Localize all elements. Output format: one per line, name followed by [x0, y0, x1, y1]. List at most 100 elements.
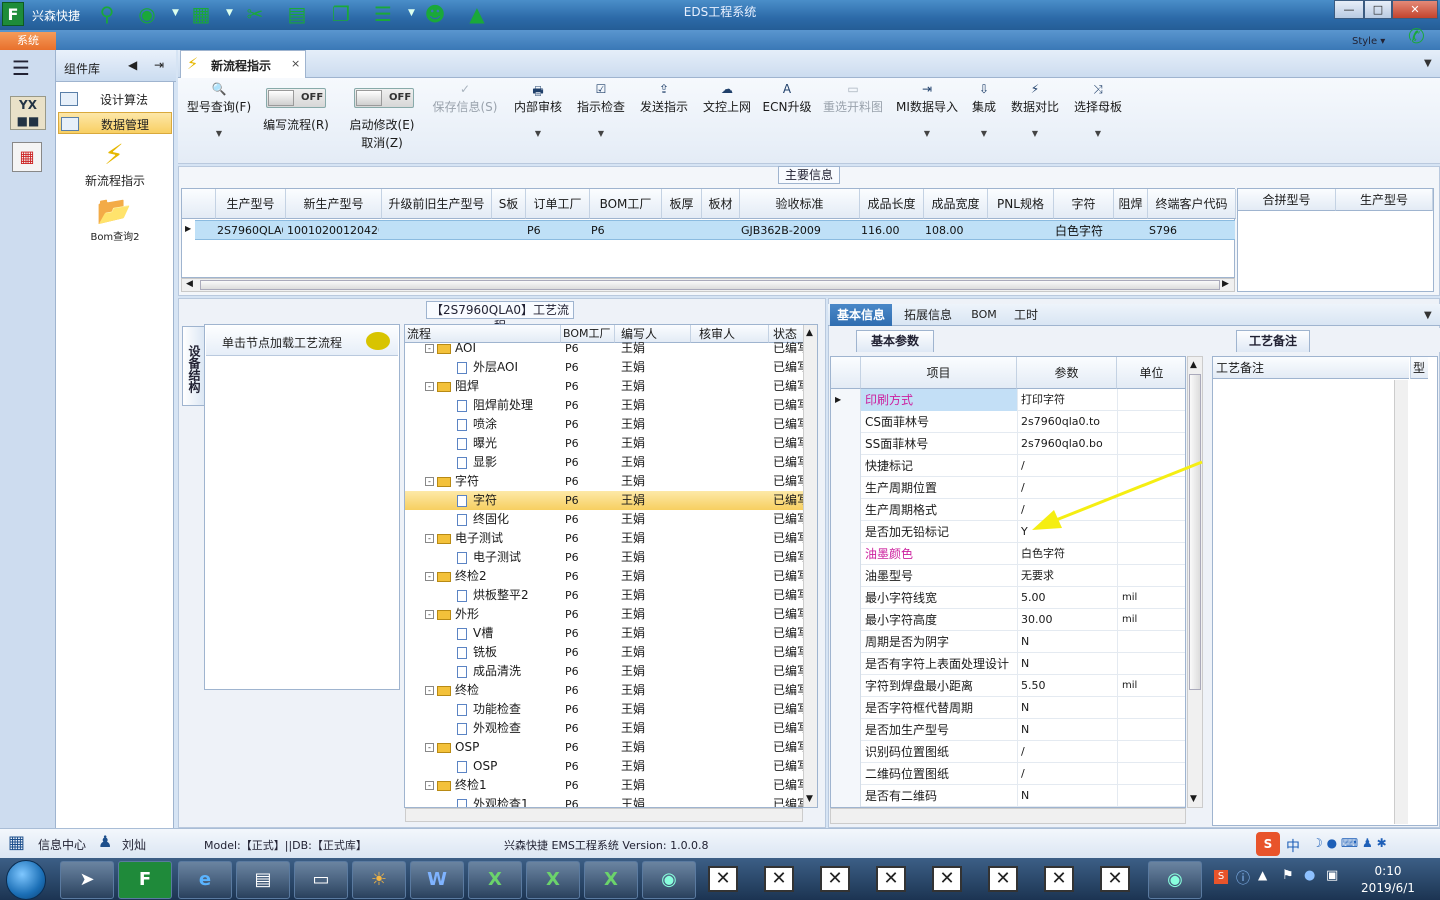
table-cell[interactable]: P6: [587, 221, 659, 241]
collapse-icon[interactable]: -: [425, 344, 434, 353]
tab-extended-info[interactable]: 拓展信息: [896, 304, 960, 326]
tab-bom[interactable]: BOM: [964, 304, 1004, 326]
menu-icon[interactable]: ☰: [12, 58, 38, 78]
taskbar-app-eds-icon[interactable]: F: [118, 861, 172, 899]
globe-icon[interactable]: ◉: [134, 3, 160, 25]
pin-icon[interactable]: ⇥: [154, 58, 164, 72]
collapse-icon[interactable]: -: [425, 686, 434, 695]
param-value[interactable]: /: [1017, 763, 1117, 785]
tree-row[interactable]: -终检2 P6 王娟 已编写: [405, 567, 805, 586]
instruction-check-button[interactable]: ☑ 指示检查 ▼: [574, 82, 628, 138]
tree-row[interactable]: 外观检查 P6 王娟 已编写: [405, 719, 805, 738]
search-icon[interactable]: ⚲: [94, 3, 120, 25]
tree-row[interactable]: 电子测试 P6 王娟 已编写: [405, 548, 805, 567]
column-header[interactable]: 新生产型号: [286, 189, 382, 219]
column-header[interactable]: 合拼型号: [1238, 189, 1336, 211]
taskbar-app-ie-icon[interactable]: e: [178, 861, 232, 899]
chevron-down-icon[interactable]: ▼: [1424, 58, 1432, 69]
param-row[interactable]: ▶ 印刷方式 打印字符: [831, 389, 1185, 411]
taskbar-app-bird-icon[interactable]: ➤: [60, 861, 114, 899]
tree-row[interactable]: 字符 P6 王娟 已编写: [405, 491, 805, 510]
table-cell[interactable]: 2S7960QLA0: [213, 221, 283, 241]
tree-row[interactable]: 终固化 P6 王娟 已编写: [405, 510, 805, 529]
table-cell[interactable]: 108.00: [921, 221, 985, 241]
taskbar-app-word-icon[interactable]: W: [410, 861, 464, 899]
windows-grid-icon[interactable]: ▦: [8, 832, 25, 853]
param-value[interactable]: 5.50: [1017, 675, 1117, 697]
param-row[interactable]: SS面菲林号 2s7960qla0.bo: [831, 433, 1185, 455]
component-item-design-algorithm[interactable]: 设计算法: [58, 88, 172, 110]
ecn-upgrade-button[interactable]: A ECN升级: [762, 82, 812, 115]
param-value[interactable]: N: [1017, 719, 1117, 741]
param-value[interactable]: N: [1017, 785, 1117, 807]
sogou-ime-icon[interactable]: S: [1256, 832, 1280, 856]
select-mother-board-button[interactable]: ⤨ 选择母板 ▼: [1070, 82, 1126, 138]
chevron-down-icon[interactable]: ▼: [408, 8, 418, 18]
factory-icon[interactable]: YX ■■: [10, 96, 46, 130]
taskbar-app-x-icon[interactable]: ✕: [708, 866, 738, 892]
system-tab[interactable]: 系统: [0, 32, 56, 50]
vertical-scrollbar[interactable]: [1394, 380, 1408, 824]
param-row[interactable]: 二维码位置图纸 /: [831, 763, 1185, 785]
param-value[interactable]: /: [1017, 741, 1117, 763]
internal-review-button[interactable]: 🖶 内部审核 ▼: [510, 82, 566, 138]
column-header[interactable]: 升级前旧生产型号: [382, 189, 492, 219]
param-row[interactable]: 识别码位置图纸 /: [831, 741, 1185, 763]
taskbar-app-monitor-icon[interactable]: ◉: [1148, 861, 1202, 899]
param-row[interactable]: 最小字符线宽 5.00 mil: [831, 587, 1185, 609]
param-row[interactable]: 油墨颜色 白色字符: [831, 543, 1185, 565]
taskbar-app-save-icon[interactable]: ▤: [236, 861, 290, 899]
param-row[interactable]: 是否有二维码 N: [831, 785, 1185, 807]
column-header[interactable]: 生产型号: [1336, 189, 1433, 211]
table-cell[interactable]: 10010200120420: [283, 221, 379, 241]
tab-work-hours[interactable]: 工时: [1008, 304, 1044, 326]
flag-icon[interactable]: ⚑: [1282, 868, 1294, 883]
column-header[interactable]: PNL规格: [988, 189, 1054, 219]
scroll-down-icon[interactable]: ▼: [1190, 794, 1197, 804]
taskbar-app-excel-icon[interactable]: X: [526, 861, 580, 899]
table-cell[interactable]: S796: [1145, 221, 1233, 241]
doc-control-online-button[interactable]: ☁ 文控上网: [700, 82, 754, 115]
scroll-right-icon[interactable]: ▶: [1222, 279, 1229, 289]
tree-row[interactable]: 外观检查1 P6 王娟 已编写: [405, 795, 805, 807]
tree-row[interactable]: 外层AOI P6 王娟 已编写: [405, 358, 805, 377]
column-header[interactable]: 成品宽度: [924, 189, 988, 219]
column-header[interactable]: 生产型号: [216, 189, 286, 219]
tree-row[interactable]: 成品清洗 P6 王娟 已编写: [405, 662, 805, 681]
param-row[interactable]: CS面菲林号 2s7960qla0.to: [831, 411, 1185, 433]
taskbar-app-shell-icon[interactable]: ☀: [352, 861, 406, 899]
lightning-icon[interactable]: ⚡: [94, 138, 134, 171]
grid-icon[interactable]: ▦: [188, 3, 214, 25]
tree-row[interactable]: 阻焊前处理 P6 王娟 已编写: [405, 396, 805, 415]
tree-row[interactable]: -AOI P6 王娟 已编写: [405, 339, 805, 358]
param-row[interactable]: 是否有字符上表面处理设计 N: [831, 653, 1185, 675]
collapse-icon[interactable]: -: [425, 572, 434, 581]
scroll-down-icon[interactable]: ▼: [806, 794, 813, 804]
taskbar-app-excel-icon[interactable]: X: [468, 861, 522, 899]
tree-row[interactable]: 功能检查 P6 王娟 已编写: [405, 700, 805, 719]
tab-process-remark[interactable]: 工艺备注: [1236, 330, 1310, 352]
list-icon[interactable]: ☰: [370, 3, 396, 25]
tree-row[interactable]: 曝光 P6 王娟 已编写: [405, 434, 805, 453]
tree-row[interactable]: 喷涂 P6 王娟 已编写: [405, 415, 805, 434]
sogou-tray-icon[interactable]: S: [1214, 870, 1228, 884]
param-value[interactable]: 30.00: [1017, 609, 1117, 631]
speech-bubble-icon[interactable]: [366, 332, 390, 350]
param-value[interactable]: N: [1017, 653, 1117, 675]
column-header[interactable]: 字符: [1054, 189, 1114, 219]
scroll-up-icon[interactable]: ▲: [806, 328, 813, 338]
tree-row[interactable]: -阻焊 P6 王娟 已编写: [405, 377, 805, 396]
phone-icon[interactable]: ✆: [1408, 24, 1425, 48]
param-row[interactable]: 字符到焊盘最小距离 5.50 mil: [831, 675, 1185, 697]
param-value[interactable]: 5.00: [1017, 587, 1117, 609]
taskbar-app-x-icon[interactable]: ✕: [764, 866, 794, 892]
horizontal-scrollbar[interactable]: [405, 808, 803, 822]
param-value[interactable]: N: [1017, 697, 1117, 719]
scrollbar-thumb[interactable]: [200, 280, 1220, 290]
ime-toolbar[interactable]: S 中 ☽ ● ⌨ ♟ ✱: [1256, 832, 1440, 858]
column-header[interactable]: 项目: [861, 357, 1017, 389]
taskbar-app-excel-icon[interactable]: X: [584, 861, 638, 899]
cancel-edit-label[interactable]: 取消(Z): [342, 134, 422, 151]
bluetooth-icon[interactable]: ●: [1304, 868, 1315, 883]
maximize-button[interactable]: □: [1364, 0, 1392, 19]
